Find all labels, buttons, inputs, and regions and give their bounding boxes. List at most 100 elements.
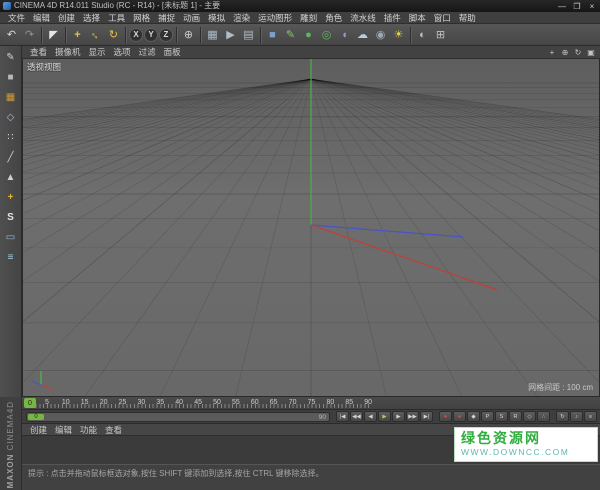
close-button[interactable]: × [587,2,597,11]
lock-x-axis-button[interactable]: X [129,28,143,42]
timeline-ruler[interactable]: 0 051015202530354045505560657075808590 [22,397,600,410]
redo-icon[interactable]: ↷ [21,26,38,44]
menubar-item[interactable]: 雕刻 [296,12,321,24]
menubar-item[interactable]: 窗口 [430,12,455,24]
timeline-options-button[interactable]: ≡ [584,411,597,422]
menubar-item[interactable]: 模拟 [204,12,229,24]
generators-icon[interactable]: ◎ [318,26,335,44]
undo-icon[interactable]: ↶ [3,26,20,44]
toggle-view-icon[interactable]: ▣ [586,48,596,57]
menubar-item[interactable]: 渲染 [229,12,254,24]
ruler-tick-label[interactable]: 40 [175,399,183,406]
spline-pen-icon[interactable]: ✎ [282,26,299,44]
polygons-mode-icon[interactable]: ▲ [2,169,20,185]
ruler-tick-label[interactable]: 30 [137,399,145,406]
play-button[interactable]: ▶ [378,411,391,422]
record-scale-button[interactable]: S [495,411,508,422]
zoom-view-icon[interactable]: ⊕ [560,48,570,57]
menubar-item[interactable]: 插件 [380,12,405,24]
menubar-item[interactable]: 角色 [321,12,346,24]
material-manager-menu-item[interactable]: 创建 [26,424,51,436]
current-frame-marker[interactable]: 0 [24,398,36,408]
coordinate-system-icon[interactable]: ⊕ [180,26,197,44]
goto-end-button[interactable]: ▶| [420,411,433,422]
viewport-menu-item[interactable]: 显示 [85,46,110,59]
ruler-tick-label[interactable]: 5 [45,399,49,406]
ruler-tick-label[interactable]: 85 [345,399,353,406]
ruler-tick-label[interactable]: 65 [270,399,278,406]
playback-rate-button[interactable]: ↻ [556,411,569,422]
deformer-icon[interactable]: ◖ [336,26,353,44]
viewport-menu-item[interactable]: 摄像机 [51,46,85,59]
ruler-tick-label[interactable]: 20 [100,399,108,406]
layer-icon[interactable]: ≡ [2,249,20,265]
rotate-tool-icon[interactable]: ↻ [105,26,122,44]
workplane-snap-icon[interactable]: ▭ [2,229,20,245]
next-frame-button[interactable]: ▶ [392,411,405,422]
next-key-button[interactable]: ▶▶ [406,411,419,422]
ruler-tick-label[interactable]: 80 [326,399,334,406]
viewport[interactable]: 查看摄像机显示选项过滤面板 +⊕↻▣ 透视视图 网格间距 : 100 cm [22,46,600,397]
record-keyframe-button[interactable]: ● [439,411,452,422]
viewport-menu-item[interactable]: 查看 [26,46,51,59]
live-selection-icon[interactable]: ◤ [45,26,62,44]
sound-button[interactable]: ♪ [570,411,583,422]
menubar-item[interactable]: 流水线 [346,12,380,24]
ruler-tick-label[interactable]: 60 [251,399,259,406]
viewport-menu-item[interactable]: 过滤 [135,46,160,59]
menubar-item[interactable]: 捕捉 [154,12,179,24]
menubar-item[interactable]: 网格 [129,12,154,24]
keyframe-selection-button[interactable]: ◆ [467,411,480,422]
ruler-tick-label[interactable]: 90 [364,399,372,406]
material-manager-menu-item[interactable]: 编辑 [51,424,76,436]
menubar-item[interactable]: 运动图形 [254,12,296,24]
points-mode-icon[interactable]: ∷ [2,129,20,145]
menubar-item[interactable]: 选择 [79,12,104,24]
goto-start-button[interactable]: |◀ [336,411,349,422]
light-icon[interactable]: ☀ [390,26,407,44]
record-parameter-button[interactable]: ◇ [523,411,536,422]
rotate-view-icon[interactable]: ↻ [573,48,583,57]
record-rotation-button[interactable]: R [509,411,522,422]
material-manager-menu-item[interactable]: 功能 [76,424,101,436]
record-pla-button[interactable]: ∴ [537,411,550,422]
workplane-mode-icon[interactable]: ◇ [2,109,20,125]
scale-tool-icon[interactable]: ↔ [83,22,108,47]
viewport-layout-icon[interactable]: ⊞ [432,26,449,44]
range-slider-handle[interactable]: 0 [28,414,44,420]
viewport-menu-item[interactable]: 面板 [160,46,185,59]
model-mode-icon[interactable]: ■ [2,69,20,85]
ruler-tick-label[interactable]: 75 [308,399,316,406]
ruler-tick-label[interactable]: 55 [232,399,240,406]
menubar-item[interactable]: 帮助 [455,12,480,24]
camera-icon[interactable]: ◉ [372,26,389,44]
menubar-item[interactable]: 编辑 [29,12,54,24]
record-position-button[interactable]: P [481,411,494,422]
lock-z-axis-button[interactable]: Z [159,28,173,42]
viewport-label[interactable]: 透视视图 [27,61,61,73]
render-settings-icon[interactable]: ▤ [240,26,257,44]
prev-frame-button[interactable]: ◀ [364,411,377,422]
subdivision-surface-icon[interactable]: ● [300,26,317,44]
menubar-item[interactable]: 文件 [4,12,29,24]
prev-key-button[interactable]: ◀◀ [350,411,363,422]
material-manager-menu-item[interactable]: 查看 [101,424,126,436]
snap-settings-icon[interactable]: S [2,209,20,225]
texture-mode-icon[interactable]: ▦ [2,89,20,105]
ruler-tick-label[interactable]: 45 [194,399,202,406]
add-cube-icon[interactable]: ■ [264,26,281,44]
viewport-menu-item[interactable]: 选项 [110,46,135,59]
axis-mode-icon[interactable]: + [2,189,20,205]
convert-editable-icon[interactable]: ✎ [2,49,20,65]
ruler-tick-label[interactable]: 25 [119,399,127,406]
ruler-tick-label[interactable]: 10 [62,399,70,406]
ruler-tick-label[interactable]: 70 [289,399,297,406]
render-picture-viewer-icon[interactable]: ▶ [222,26,239,44]
sky-icon[interactable]: ☁ [354,26,371,44]
restore-button[interactable]: ❐ [572,2,582,11]
ruler-tick-label[interactable]: 15 [81,399,89,406]
ruler-tick-label[interactable]: 50 [213,399,221,406]
render-view-icon[interactable]: ▦ [204,26,221,44]
range-slider[interactable]: 0 90 [26,412,330,422]
menubar-item[interactable]: 脚本 [405,12,430,24]
